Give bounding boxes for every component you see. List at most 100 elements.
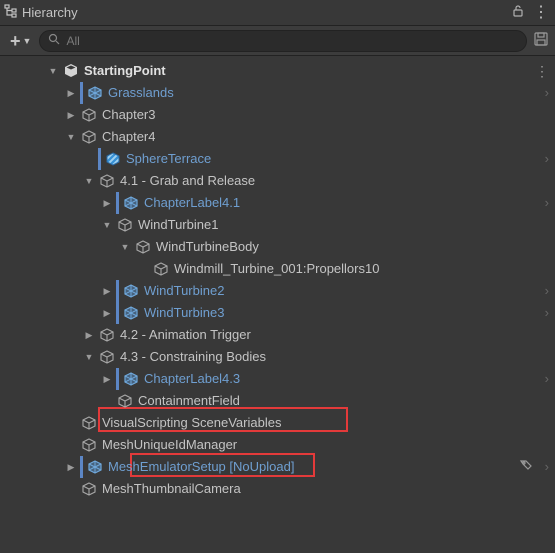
- row-label: MeshThumbnailCamera: [102, 478, 241, 500]
- prefab-icon: [122, 370, 140, 388]
- cube-icon: [80, 128, 98, 146]
- lock-icon[interactable]: [511, 4, 525, 21]
- expander-closed-icon[interactable]: ▶: [64, 456, 78, 478]
- prefab-bar: [116, 368, 119, 390]
- expander-open-icon[interactable]: ▼: [100, 214, 114, 236]
- tree-row[interactable]: ▼StartingPoint⋮: [0, 60, 555, 82]
- chevron-right-icon[interactable]: ›: [539, 456, 549, 478]
- prefab-icon: [86, 458, 104, 476]
- prefab-bar: [98, 148, 101, 170]
- expander-open-icon[interactable]: ▼: [64, 126, 78, 148]
- row-label: Grasslands: [108, 82, 174, 104]
- chevron-right-icon[interactable]: ›: [539, 280, 549, 302]
- expander-closed-icon[interactable]: ▶: [100, 302, 114, 324]
- tree-row[interactable]: ▼ WindTurbineBody: [0, 236, 555, 258]
- expander-open-icon[interactable]: ▼: [82, 346, 96, 368]
- cube-icon: [80, 436, 98, 454]
- prefab-bar: [116, 302, 119, 324]
- expander-closed-icon[interactable]: ▶: [100, 368, 114, 390]
- cube-icon: [134, 238, 152, 256]
- plus-icon: +: [10, 34, 21, 48]
- prefab-icon: [122, 304, 140, 322]
- panel-title: Hierarchy: [22, 5, 78, 20]
- tree-row[interactable]: ▶ Chapter3: [0, 104, 555, 126]
- chevron-right-icon[interactable]: ›: [539, 82, 549, 104]
- hierarchy-tree: ▼StartingPoint⋮▶Grasslands›▶Chapter3▼Cha…: [0, 56, 555, 504]
- tree-row[interactable]: ▼ 4.3 - Constraining Bodies: [0, 346, 555, 368]
- row-label: ChapterLabel4.3: [144, 368, 240, 390]
- cube-icon: [116, 216, 134, 234]
- search-input[interactable]: [66, 34, 518, 48]
- scene-menu-icon[interactable]: ⋮: [529, 60, 549, 82]
- cube-icon: [80, 414, 98, 432]
- cube-icon: [98, 172, 116, 190]
- row-label: 4.2 - Animation Trigger: [120, 324, 251, 346]
- chevron-right-icon[interactable]: ›: [539, 192, 549, 214]
- row-label: SphereTerrace: [126, 148, 211, 170]
- tree-row[interactable]: ▶ContainmentField: [0, 390, 555, 412]
- tree-row[interactable]: ▶ ChapterLabel4.3 ›: [0, 368, 555, 390]
- prefab-bar: [80, 456, 83, 478]
- cube-icon: [98, 326, 116, 344]
- chevron-right-icon[interactable]: ›: [539, 148, 549, 170]
- tree-row[interactable]: ▼ 4.1 - Grab and Release: [0, 170, 555, 192]
- row-label: MeshUniqueIdManager: [102, 434, 237, 456]
- row-label: ContainmentField: [138, 390, 240, 412]
- cube-icon: [80, 480, 98, 498]
- row-label: 4.1 - Grab and Release: [120, 170, 255, 192]
- expander-closed-icon[interactable]: ▶: [64, 82, 78, 104]
- cube-icon: [98, 348, 116, 366]
- expander-open-icon[interactable]: ▼: [118, 236, 132, 258]
- panel-header: Hierarchy ⋮: [0, 0, 555, 26]
- tree-row[interactable]: ▶Windmill_Turbine_001:Propellors10: [0, 258, 555, 280]
- create-dropdown[interactable]: + ▼: [4, 32, 33, 50]
- expander-open-icon[interactable]: ▼: [82, 170, 96, 192]
- save-search-icon[interactable]: [533, 31, 549, 50]
- dropdown-caret-icon: ▼: [23, 36, 32, 46]
- search-icon: [48, 33, 60, 48]
- prefab-bar: [116, 192, 119, 214]
- row-label: VisualScripting SceneVariables: [102, 412, 281, 434]
- cube-icon: [152, 260, 170, 278]
- row-label: WindTurbine2: [144, 280, 224, 302]
- tree-row[interactable]: ▶SphereTerrace›: [0, 148, 555, 170]
- tree-row[interactable]: ▼ WindTurbine1: [0, 214, 555, 236]
- row-label: 4.3 - Constraining Bodies: [120, 346, 266, 368]
- prefab-bar: [116, 280, 119, 302]
- expander-closed-icon[interactable]: ▶: [64, 104, 78, 126]
- hierarchy-icon: [4, 4, 18, 21]
- prefab-icon: [86, 84, 104, 102]
- expander-open-icon[interactable]: ▼: [46, 60, 60, 82]
- tree-row[interactable]: ▼ Chapter4: [0, 126, 555, 148]
- prefab-icon: [122, 194, 140, 212]
- row-label: WindTurbine1: [138, 214, 218, 236]
- tree-row[interactable]: ▶ Grasslands ›: [0, 82, 555, 104]
- menu-icon[interactable]: ⋮: [533, 6, 549, 20]
- expander-closed-icon[interactable]: ▶: [100, 280, 114, 302]
- tree-row[interactable]: ▶ChapterLabel4.1›: [0, 192, 555, 214]
- row-label: MeshEmulatorSetup [NoUpload]: [108, 456, 294, 478]
- prefab-icon: [122, 282, 140, 300]
- tree-row[interactable]: ▶MeshUniqueIdManager: [0, 434, 555, 456]
- chevron-right-icon[interactable]: ›: [539, 302, 549, 324]
- row-label: WindTurbineBody: [156, 236, 259, 258]
- tree-row[interactable]: ▶MeshThumbnailCamera: [0, 478, 555, 500]
- cube-icon: [116, 392, 134, 410]
- row-label: Windmill_Turbine_001:Propellors10: [174, 258, 379, 280]
- tree-row[interactable]: ▶ MeshEmulatorSetup [NoUpload] ›: [0, 456, 555, 478]
- expander-closed-icon[interactable]: ▶: [100, 192, 114, 214]
- row-label: Chapter4: [102, 126, 155, 148]
- expander-closed-icon[interactable]: ▶: [82, 324, 96, 346]
- tree-row[interactable]: ▶ 4.2 - Animation Trigger: [0, 324, 555, 346]
- panel-title-group: Hierarchy: [4, 4, 503, 21]
- tree-row[interactable]: ▶WindTurbine3›: [0, 302, 555, 324]
- tree-row[interactable]: ▶ WindTurbine2 ›: [0, 280, 555, 302]
- tag-icon: [519, 456, 539, 478]
- search-field[interactable]: [39, 30, 527, 52]
- row-label: Chapter3: [102, 104, 155, 126]
- prefab-bar: [80, 82, 83, 104]
- toolbar: + ▼: [0, 26, 555, 56]
- scene-icon: [62, 62, 80, 80]
- tree-row[interactable]: ▶VisualScripting SceneVariables: [0, 412, 555, 434]
- chevron-right-icon[interactable]: ›: [539, 368, 549, 390]
